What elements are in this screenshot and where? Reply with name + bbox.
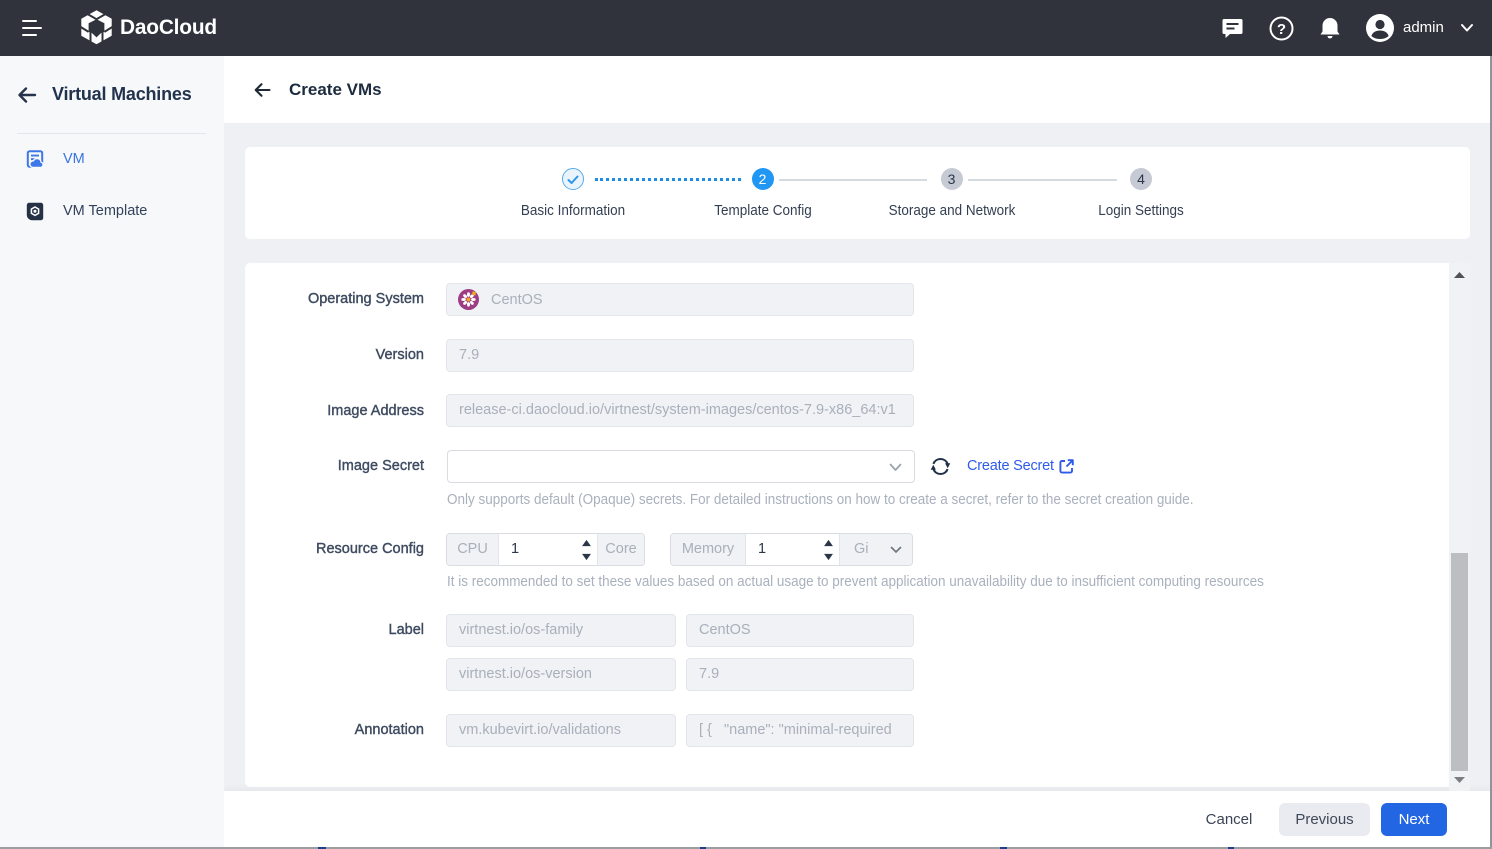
svg-text:?: ? [1277,21,1286,38]
